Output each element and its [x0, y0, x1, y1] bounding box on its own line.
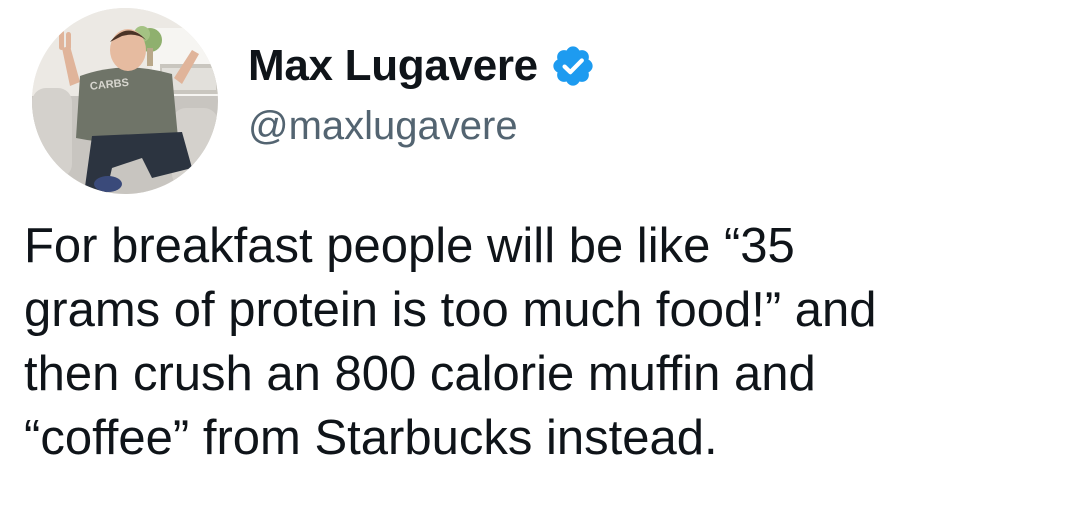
tweet-text-line: “coffee” from Starbucks instead. [24, 411, 718, 465]
display-name[interactable]: Max Lugavere [248, 38, 538, 94]
tweet-text-line: grams of protein is too much food!” and [24, 283, 877, 337]
author-name-row: Max Lugavere [248, 38, 596, 94]
tweet-card: CARBS Max Lugavere @maxlugavere For brea… [0, 0, 1080, 506]
verified-badge-icon [550, 43, 596, 89]
tweet-text-line: then crush an 800 calorie muffin and [24, 347, 816, 401]
avatar[interactable]: CARBS [32, 8, 218, 194]
tweet-text: For breakfast people will be like “35 gr… [24, 214, 1064, 470]
tweet-text-line: For breakfast people will be like “35 [24, 219, 795, 273]
author-handle[interactable]: @maxlugavere [248, 100, 518, 152]
